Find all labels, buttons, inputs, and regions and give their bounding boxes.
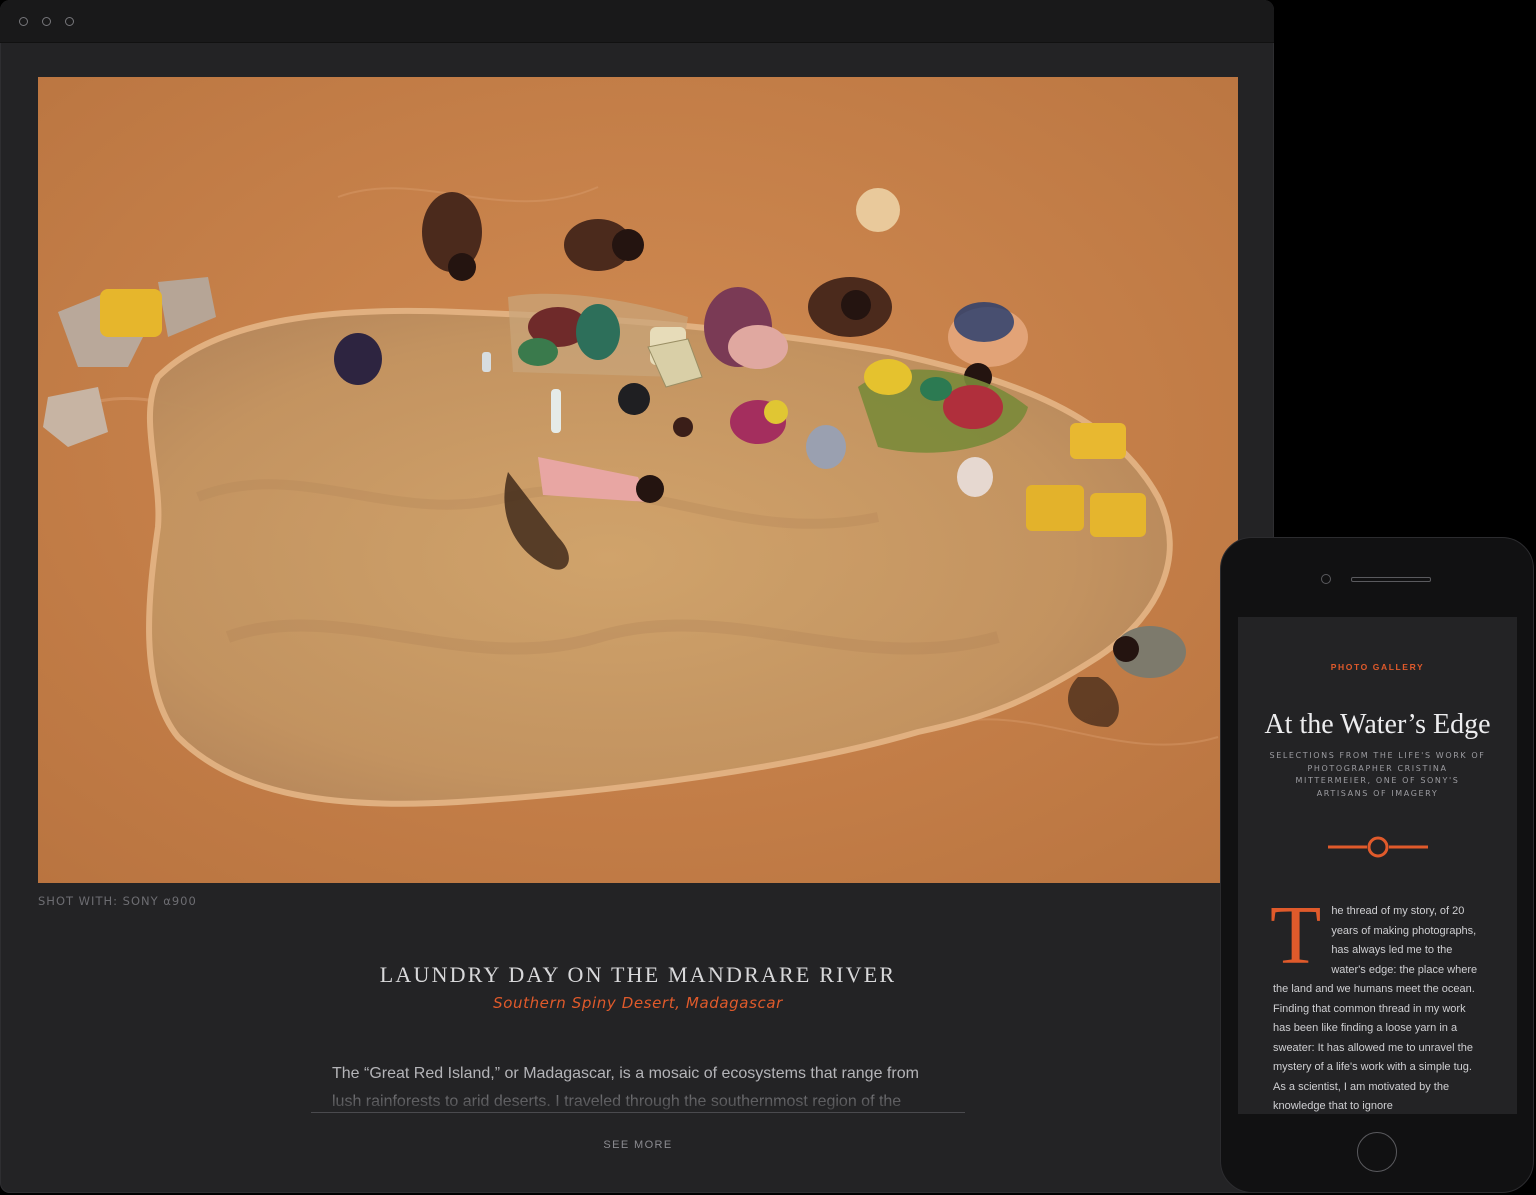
mobile-page-subtitle: SELECTIONS FROM THE LIFE'S WORK OF PHOTO… xyxy=(1269,751,1486,798)
excerpt-divider xyxy=(311,1112,965,1113)
mobile-section-kicker: PHOTO GALLERY xyxy=(1330,662,1425,672)
mobile-phone-frame: PHOTO GALLERY At the Water’s Edge SELECT… xyxy=(1220,537,1534,1193)
phone-camera xyxy=(1321,574,1331,584)
window-close-button[interactable] xyxy=(19,17,28,26)
photo-camera-caption: SHOT WITH: SONY α900 xyxy=(38,894,197,908)
story-excerpt: The “Great Red Island,” or Madagascar, i… xyxy=(332,1060,944,1112)
story-title: LAUNDRY DAY ON THE MANDRARE RIVER xyxy=(379,962,897,987)
mobile-intro-text: T he thread of my story, of 20 years of … xyxy=(1270,889,1483,1114)
phone-home-button[interactable] xyxy=(1357,1132,1397,1172)
phone-speaker xyxy=(1351,577,1431,582)
aerial-river-photo[interactable] xyxy=(38,77,1238,883)
mobile-screen: PHOTO GALLERY At the Water’s Edge SELECT… xyxy=(1238,617,1517,1114)
divider-ornament-icon xyxy=(1328,836,1428,858)
photo-illustration xyxy=(38,77,1238,883)
window-minimize-button[interactable] xyxy=(42,17,51,26)
desktop-browser-window: SHOT WITH: SONY α900 LAUNDRY DAY ON THE … xyxy=(0,0,1274,1193)
see-more-link[interactable]: SEE MORE xyxy=(538,1139,738,1151)
excerpt-fade-overlay xyxy=(332,1084,944,1112)
window-titlebar xyxy=(0,0,1274,43)
window-maximize-button[interactable] xyxy=(65,17,74,26)
mobile-page-title: At the Water’s Edge xyxy=(1264,709,1491,740)
drop-cap: T xyxy=(1270,889,1322,982)
story-location: Southern Spiny Desert, Madagascar xyxy=(493,994,783,1012)
